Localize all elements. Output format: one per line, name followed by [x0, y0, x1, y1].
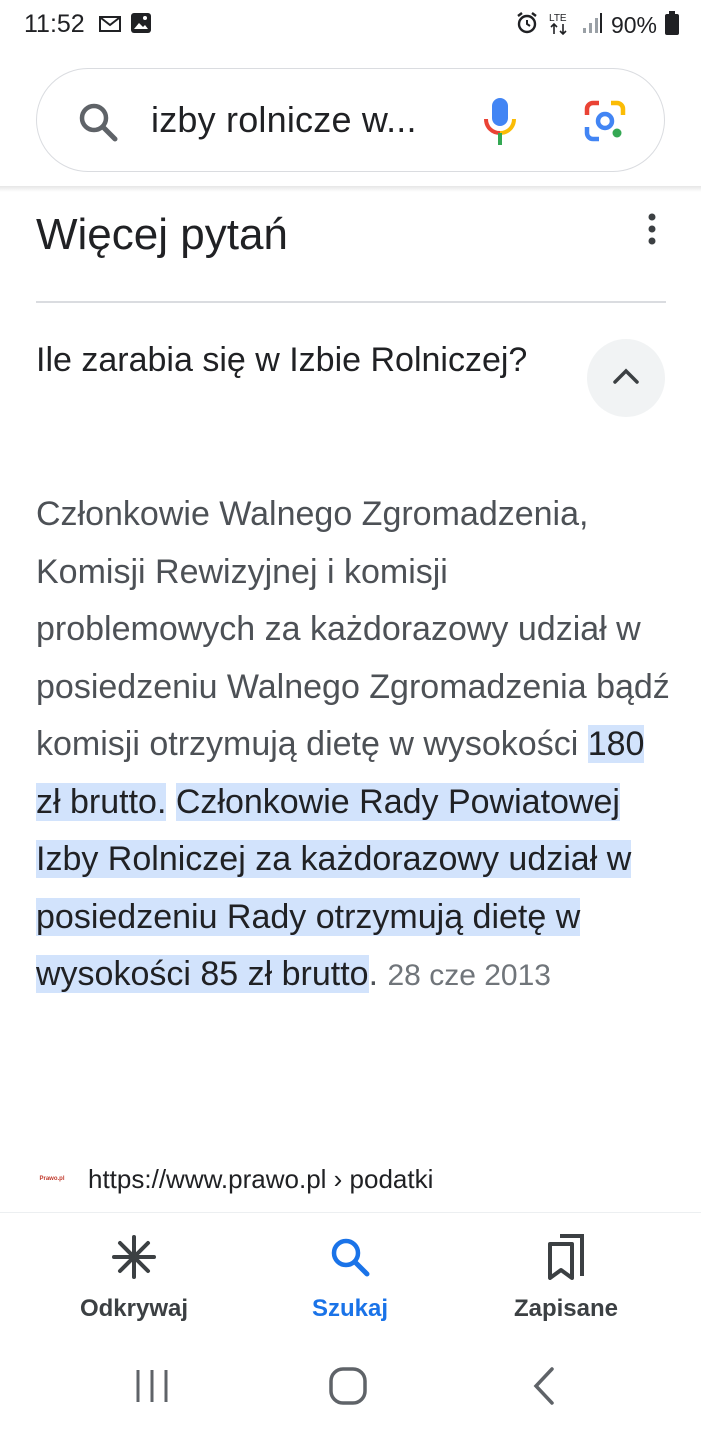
- gmail-icon: [98, 12, 122, 41]
- prawo-favicon: Prawo.pl: [36, 1163, 68, 1195]
- nav-discover-label: Odkrywaj: [79, 1295, 189, 1322]
- collapse-button[interactable]: [587, 339, 665, 417]
- nav-search[interactable]: Szukaj: [260, 1233, 440, 1323]
- google-lens-icon[interactable]: [583, 99, 627, 148]
- question-text[interactable]: Ile zarabia się w Izbie Rolniczej?: [36, 336, 556, 384]
- gallery-icon: [130, 12, 152, 41]
- source-url[interactable]: https://www.prawo.pl › podatki: [88, 1164, 433, 1195]
- recent-apps-icon[interactable]: [132, 1366, 172, 1411]
- bookmarks-icon: [546, 1233, 586, 1285]
- source-link[interactable]: Prawo.pl https://www.prawo.pl › podatki: [36, 1163, 433, 1195]
- lte-icon: LTE: [547, 10, 573, 41]
- answer-plain: Członkowie Walnego Zgromadzenia, Komisji…: [36, 495, 670, 763]
- microphone-icon[interactable]: [483, 97, 517, 152]
- battery-percent: 90%: [610, 12, 657, 38]
- svg-text:LTE: LTE: [549, 13, 567, 24]
- bottom-navigation: Odkrywaj Szukaj Zapisane: [0, 1212, 701, 1340]
- nav-search-label: Szukaj: [311, 1295, 389, 1322]
- home-icon[interactable]: [328, 1366, 368, 1411]
- notification-icons: [98, 12, 152, 41]
- header-shadow: [0, 186, 701, 192]
- divider: [36, 301, 666, 303]
- answer-end: .: [368, 955, 379, 993]
- search-icon: [77, 101, 119, 148]
- asterisk-icon: [111, 1234, 157, 1285]
- search-icon: [329, 1236, 371, 1283]
- battery-icon: [665, 11, 679, 40]
- nav-saved[interactable]: Zapisane: [476, 1233, 656, 1323]
- nav-saved-label: Zapisane: [513, 1295, 619, 1322]
- search-bar[interactable]: izby rolnicze w...: [36, 68, 665, 172]
- back-icon[interactable]: [530, 1366, 560, 1411]
- nav-discover[interactable]: Odkrywaj: [44, 1233, 224, 1323]
- system-navigation-bar: [0, 1340, 701, 1440]
- search-input[interactable]: izby rolnicze w...: [151, 99, 417, 141]
- favicon-text: Prawo.pl: [39, 1176, 65, 1182]
- signal-icon: [581, 12, 603, 39]
- alarm-icon: [515, 11, 539, 40]
- answer-date: 28 cze 2013: [387, 959, 551, 992]
- section-title: Więcej pytań: [36, 210, 288, 259]
- answer-text: Członkowie Walnego Zgromadzenia, Komisji…: [36, 486, 676, 1005]
- status-time: 11:52: [24, 10, 85, 38]
- chevron-up-icon: [612, 367, 640, 390]
- status-bar: 11:52 LTE 90%: [0, 0, 701, 52]
- more-options-icon[interactable]: [640, 212, 664, 251]
- status-indicators: LTE 90%: [515, 10, 679, 41]
